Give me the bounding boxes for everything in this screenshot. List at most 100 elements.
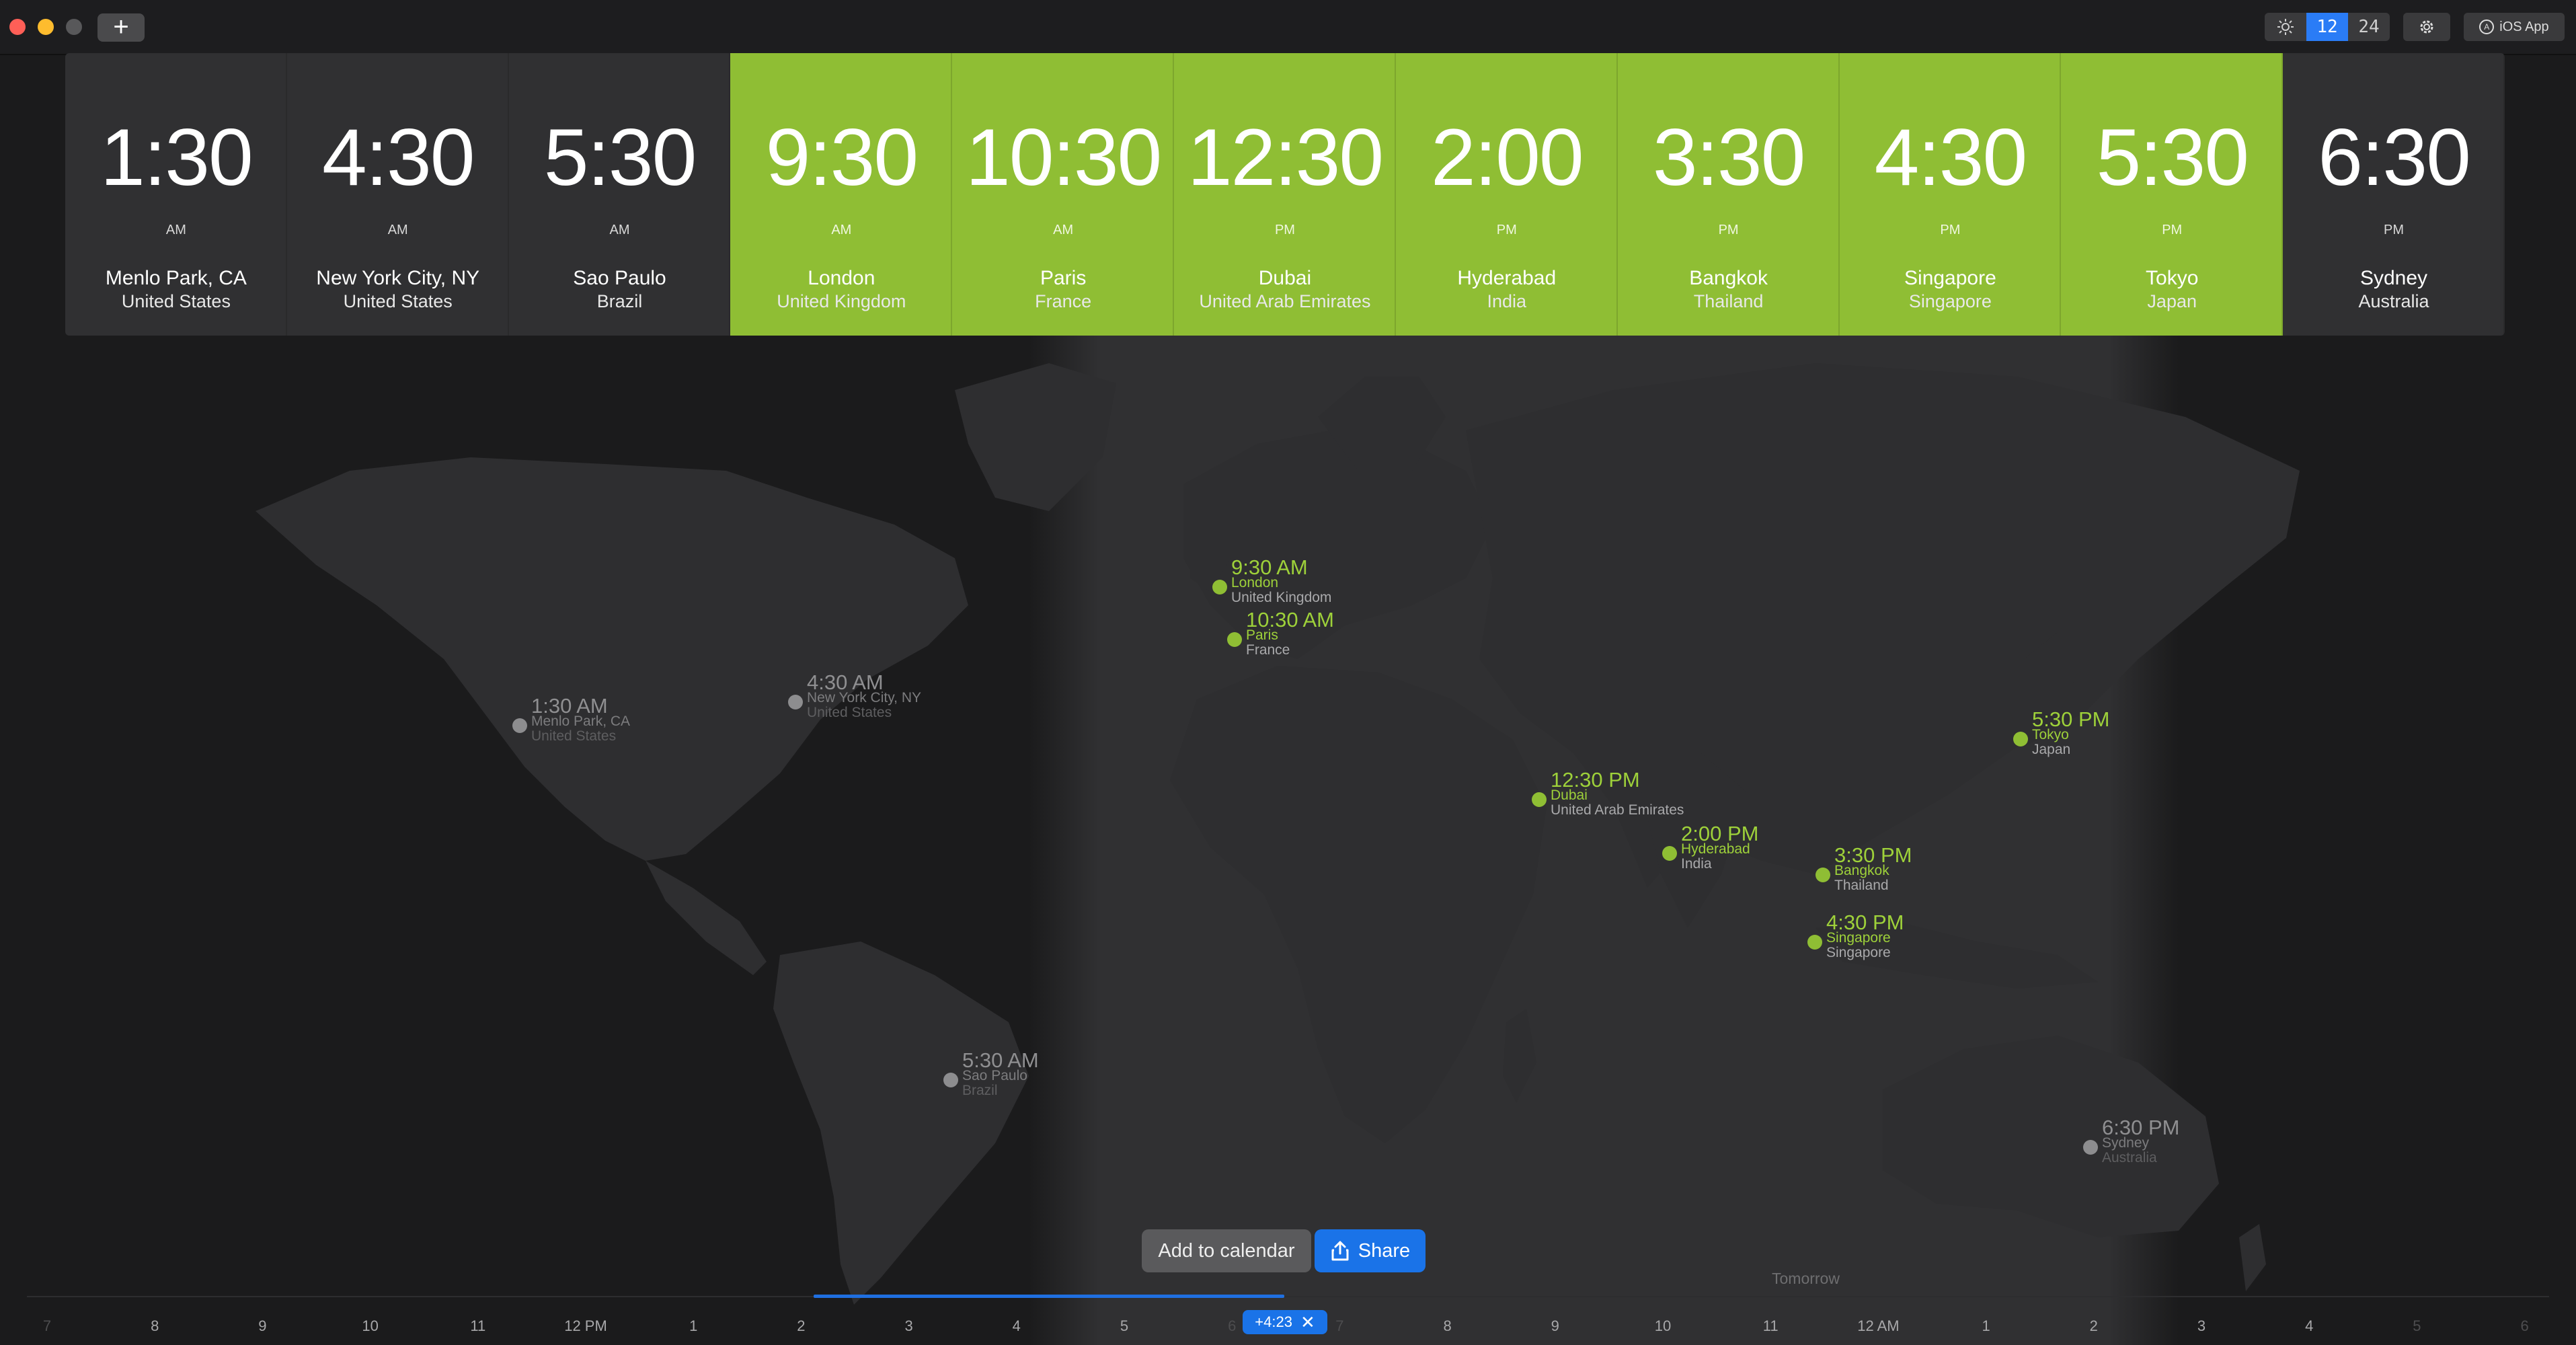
map-pin-city: Menlo Park, CA xyxy=(531,714,631,729)
map-pin-dot xyxy=(943,1073,958,1087)
city-tile[interactable]: 10:30 AM Paris France xyxy=(952,53,1175,336)
timeline-tick: 9 xyxy=(258,1317,267,1334)
share-icon xyxy=(1331,1241,1349,1261)
timeline-tick: 10 xyxy=(362,1317,379,1334)
city-tile-ampm: AM xyxy=(1053,223,1074,237)
sun-icon[interactable] xyxy=(2265,13,2306,41)
city-tile[interactable]: 4:30 PM Singapore Singapore xyxy=(1839,53,2062,336)
map-pin-city: Paris xyxy=(1246,627,1278,643)
city-tile[interactable]: 3:30 PM Bangkok Thailand xyxy=(1617,53,1840,336)
map-pin-country: United Kingdom xyxy=(1231,590,1332,605)
city-tile-country: Thailand xyxy=(1693,291,1764,311)
map-pin-country: Thailand xyxy=(1834,878,1889,893)
timeline-tick: 2 xyxy=(797,1317,806,1334)
add-to-calendar-button[interactable]: Add to calendar xyxy=(1142,1229,1311,1272)
timeline-tick: 4 xyxy=(1012,1317,1021,1334)
map-pin-dot xyxy=(1816,868,1830,882)
gear-icon xyxy=(2420,20,2433,34)
close-icon[interactable]: ✕ xyxy=(1300,1313,1315,1331)
south-america xyxy=(773,942,1029,1305)
city-tile-time: 5:30 xyxy=(543,112,697,202)
greenland xyxy=(955,363,1116,511)
offset-chip[interactable]: +4:23 ✕ xyxy=(1243,1310,1327,1334)
timeline-tick: 6 xyxy=(2520,1317,2529,1334)
timeline-tick: 11 xyxy=(470,1317,486,1334)
city-tile-ampm: AM xyxy=(165,223,186,237)
city-tile-country: Australia xyxy=(2358,291,2429,311)
city-tile[interactable]: 5:30 AM Sao Paulo Brazil xyxy=(508,53,731,336)
ios-app-button[interactable]: A iOS App xyxy=(2464,13,2565,41)
city-tile[interactable]: 12:30 PM Dubai United Arab Emirates xyxy=(1174,53,1396,336)
zoom-window-button[interactable] xyxy=(66,19,82,35)
city-tile-name: Menlo Park, CA xyxy=(105,267,247,289)
timeline-tick: 5 xyxy=(2413,1317,2421,1334)
city-tile-time: 9:30 xyxy=(765,112,919,202)
map-pin-city: Sydney xyxy=(2102,1135,2150,1151)
city-tile-country: Brazil xyxy=(596,291,643,311)
timeline-tick: 12 AM xyxy=(1857,1317,1900,1334)
madagascar xyxy=(1503,1009,1536,1103)
central-america xyxy=(646,861,767,975)
map-pin-city: Dubai xyxy=(1551,787,1588,803)
title-bar: + 12 24 A iOS App xyxy=(0,0,2576,55)
timeline-tick: 12 PM xyxy=(564,1317,607,1334)
city-tile-country: United States xyxy=(343,291,453,311)
city-tile-time: 3:30 xyxy=(1652,112,1806,202)
africa xyxy=(1170,666,1547,1143)
share-button[interactable]: Share xyxy=(1315,1229,1426,1272)
map-pin-country: United States xyxy=(807,705,892,720)
timeline-track xyxy=(27,1296,2549,1297)
map-pin-dot xyxy=(1212,580,1227,594)
city-tile-name: Tokyo xyxy=(2146,267,2199,289)
city-tile-country: France xyxy=(1035,291,1092,311)
ios-app-label: iOS App xyxy=(2499,19,2549,34)
settings-button[interactable] xyxy=(2403,13,2450,41)
city-tile[interactable]: 2:00 PM Hyderabad India xyxy=(1395,53,1618,336)
city-tile[interactable]: 5:30 PM Tokyo Japan xyxy=(2061,53,2284,336)
map-pin-country: France xyxy=(1246,642,1290,658)
map-pin-dot xyxy=(1662,846,1677,861)
city-tile-country: United States xyxy=(121,291,231,311)
format-24-button[interactable]: 24 xyxy=(2348,13,2390,41)
city-tile[interactable]: 4:30 AM New York City, NY United States xyxy=(286,53,509,336)
city-tile[interactable]: 1:30 AM Menlo Park, CA United States xyxy=(65,53,287,336)
timeline-tick: 11 xyxy=(1762,1317,1779,1334)
map-pin-country: United States xyxy=(531,728,617,744)
city-tile-country: Singapore xyxy=(1908,291,1992,311)
format-12-button[interactable]: 12 xyxy=(2306,13,2348,41)
timeline-tick: 2 xyxy=(2089,1317,2098,1334)
city-tile-name: Sydney xyxy=(2359,267,2428,289)
city-tile-time: 2:00 xyxy=(1431,112,1584,202)
europe xyxy=(1183,430,1493,659)
city-tile[interactable]: 9:30 AM London United Kingdom xyxy=(730,53,953,336)
timeline-tick: 3 xyxy=(2197,1317,2206,1334)
map-pin-city: New York City, NY xyxy=(807,690,921,705)
city-tile-name: Singapore xyxy=(1904,267,1996,289)
add-city-button[interactable]: + xyxy=(97,13,145,42)
city-tile-name: Hyderabad xyxy=(1457,267,1557,289)
timeline-tick: 9 xyxy=(1551,1317,1559,1334)
city-tile[interactable]: 6:30 PM Sydney Australia xyxy=(2283,53,2505,336)
offset-value: +4:23 xyxy=(1255,1313,1292,1330)
city-tile-ampm: PM xyxy=(1718,223,1739,237)
share-label: Share xyxy=(1358,1239,1411,1262)
city-tile-country: India xyxy=(1487,291,1527,311)
map-pin-dot xyxy=(788,695,803,709)
timeline-tick: 8 xyxy=(1443,1317,1452,1334)
close-window-button[interactable] xyxy=(9,19,26,35)
map-pin-country: Japan xyxy=(2032,742,2071,757)
timeline-tick: 6 xyxy=(1228,1317,1237,1334)
map-pin-city: Sao Paulo xyxy=(962,1068,1027,1083)
city-tile-time: 6:30 xyxy=(2318,112,2471,202)
minimize-window-button[interactable] xyxy=(38,19,54,35)
timeline-offset-bar xyxy=(814,1295,1284,1298)
time-format-toggle: 12 24 xyxy=(2265,13,2390,41)
city-tile-time: 4:30 xyxy=(1874,112,2028,202)
map-pin-dot xyxy=(2013,732,2028,746)
tomorrow-label: Tomorrow xyxy=(1772,1270,1840,1287)
tile-divider xyxy=(2503,53,2505,336)
timeline-tick: 1 xyxy=(1982,1317,1990,1334)
city-tile-ampm: AM xyxy=(387,223,408,237)
city-tile-name: Paris xyxy=(1040,267,1087,289)
timeline-tick: 1 xyxy=(689,1317,698,1334)
